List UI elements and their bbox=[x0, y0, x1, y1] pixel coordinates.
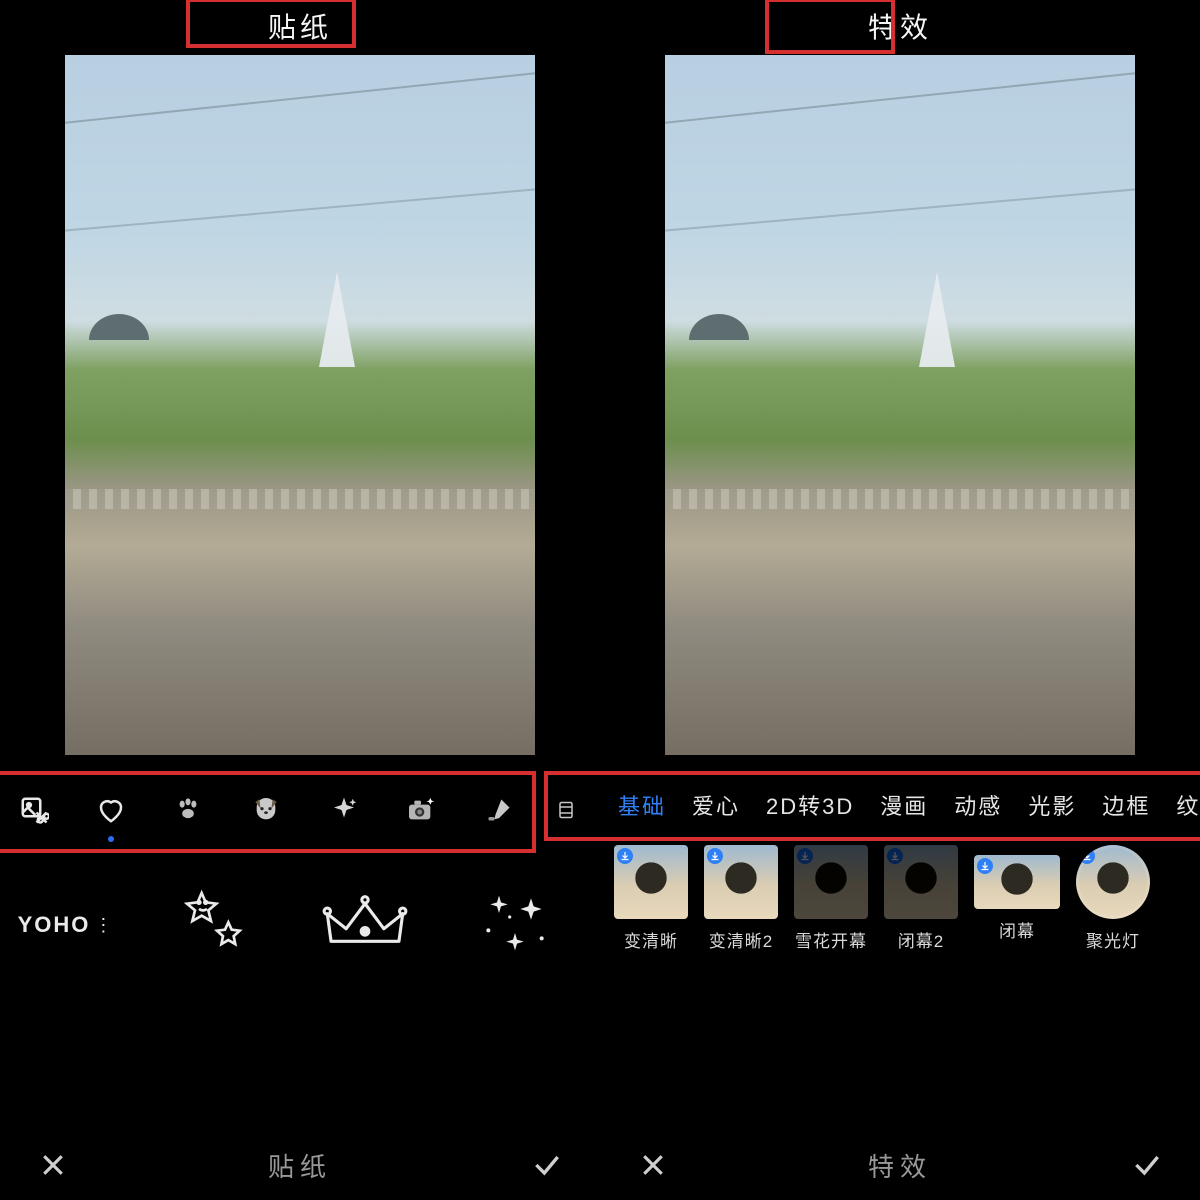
effect-label: 变清晰2 bbox=[709, 927, 773, 952]
crown-sticker[interactable] bbox=[320, 880, 410, 970]
effect-thumb-4[interactable]: 闭幕 bbox=[974, 845, 1060, 942]
yoho-sticker[interactable]: YOHO ⋮ bbox=[20, 880, 110, 970]
tab-2d3d[interactable]: 2D转3D bbox=[766, 789, 854, 821]
effects-thumbs: 变清晰 变清晰2 雪花开幕 闭幕2 闭幕 bbox=[600, 845, 1200, 1005]
left-preview-image[interactable] bbox=[65, 55, 535, 755]
effects-tabs: 基础 爱心 2D转3D 漫画 动感 光影 边框 纹理 bbox=[600, 765, 1200, 845]
effect-thumb-0[interactable]: 变清晰 bbox=[614, 845, 688, 952]
right-action-bar: 特效 bbox=[600, 1130, 1200, 1200]
sparkle-icon[interactable] bbox=[328, 790, 359, 830]
image-cut-icon[interactable] bbox=[18, 790, 49, 830]
left-action-bar: 贴纸 bbox=[0, 1130, 600, 1200]
confirm-button[interactable] bbox=[1130, 1148, 1164, 1182]
left-title: 贴纸 bbox=[242, 0, 358, 52]
effect-thumb-1[interactable]: 变清晰2 bbox=[704, 845, 778, 952]
effect-label: 雪花开幕 bbox=[795, 927, 867, 952]
paw-icon[interactable] bbox=[173, 790, 204, 830]
tab-basic[interactable]: 基础 bbox=[618, 789, 666, 821]
download-icon bbox=[1079, 848, 1095, 864]
yoho-label: YOHO bbox=[18, 912, 91, 938]
left-title-wrap: 贴纸 bbox=[0, 0, 600, 55]
right-title: 特效 bbox=[842, 0, 958, 52]
stars-sticker[interactable] bbox=[170, 880, 260, 970]
right-title-wrap: 特效 bbox=[600, 0, 1200, 55]
left-preview-wrap bbox=[0, 55, 600, 765]
tab-heart[interactable]: 爱心 bbox=[692, 789, 740, 821]
right-bottom-label: 特效 bbox=[868, 1147, 932, 1184]
right-preview-wrap bbox=[600, 55, 1200, 765]
cancel-button[interactable] bbox=[636, 1148, 670, 1182]
effect-label: 聚光灯 bbox=[1086, 927, 1140, 952]
dog-icon[interactable] bbox=[250, 790, 282, 830]
download-icon bbox=[797, 848, 813, 864]
right-preview-image[interactable] bbox=[665, 55, 1135, 755]
effect-label: 闭幕2 bbox=[898, 927, 944, 952]
left-bottom-label: 贴纸 bbox=[268, 1147, 332, 1184]
effect-thumb-2[interactable]: 雪花开幕 bbox=[794, 845, 868, 952]
film-icon[interactable] bbox=[551, 790, 582, 830]
tab-light[interactable]: 光影 bbox=[1028, 789, 1076, 821]
effect-label: 变清晰 bbox=[624, 927, 678, 952]
tab-texture[interactable]: 纹理 bbox=[1176, 789, 1200, 821]
tab-motion[interactable]: 动感 bbox=[954, 789, 1002, 821]
cancel-button[interactable] bbox=[36, 1148, 70, 1182]
brush-icon[interactable] bbox=[483, 790, 514, 830]
effect-label: 闭幕 bbox=[999, 917, 1035, 942]
stickers-pane: 贴纸 YO bbox=[0, 0, 600, 1200]
download-icon bbox=[617, 848, 633, 864]
tab-border[interactable]: 边框 bbox=[1102, 789, 1150, 821]
heart-icon[interactable] bbox=[95, 790, 126, 830]
sparkles-sticker[interactable] bbox=[470, 880, 560, 970]
download-icon bbox=[977, 858, 993, 874]
sticker-toolbar bbox=[0, 765, 600, 855]
effects-pane: 特效 基础 爱心 2D转3D 漫画 动感 光影 边框 纹理 变清晰 变清晰2 bbox=[600, 0, 1200, 1200]
download-icon bbox=[887, 848, 903, 864]
download-icon bbox=[707, 848, 723, 864]
tab-comic[interactable]: 漫画 bbox=[880, 789, 928, 821]
effect-thumb-5[interactable]: 聚光灯 bbox=[1076, 845, 1150, 952]
camera-flash-icon[interactable] bbox=[405, 790, 437, 830]
sticker-presets-row: YOHO ⋮ bbox=[0, 855, 600, 995]
effect-thumb-3[interactable]: 闭幕2 bbox=[884, 845, 958, 952]
confirm-button[interactable] bbox=[530, 1148, 564, 1182]
